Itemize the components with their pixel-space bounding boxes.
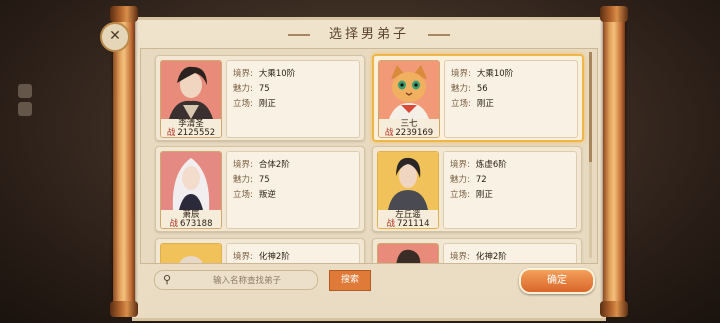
realm-label: 境界:	[451, 69, 471, 79]
realm-label: 境界:	[233, 69, 253, 79]
charm-value: 75	[258, 175, 270, 185]
stance-label: 立场:	[451, 99, 471, 109]
realm-value: 炼虚6阶	[475, 160, 507, 170]
disciple-card-selected[interactable]: 三七 战 2239169 境界: 大乘10阶 魅力: 56 立场: 刚正	[372, 54, 584, 142]
stance-value: 刚正	[476, 99, 494, 109]
character-portrait-icon	[378, 152, 438, 210]
cat-character-portrait-icon	[379, 61, 439, 119]
charm-row: 魅力: 56	[451, 82, 488, 94]
disciple-portrait: 左丘遥 战 721114	[377, 151, 439, 229]
realm-row: 境界: 大乘10阶	[233, 67, 295, 79]
realm-label: 境界:	[450, 252, 470, 262]
realm-row: 境界: 大乘10阶	[451, 67, 513, 79]
list-scrollbar-thumb[interactable]	[589, 52, 592, 162]
side-menu-icon[interactable]	[18, 84, 32, 98]
search-button[interactable]: 搜索	[329, 270, 371, 291]
stance-label: 立场:	[233, 190, 253, 200]
close-icon[interactable]: ✕	[100, 22, 130, 52]
power-value: 2239169	[395, 128, 434, 138]
confirm-button[interactable]: 确定	[519, 268, 595, 294]
dialog-title: 选择男弟子	[288, 24, 450, 46]
search-input[interactable]	[179, 272, 315, 289]
side-menu-icon[interactable]	[18, 102, 32, 116]
disciple-portrait: 三七 战 2239169	[378, 60, 440, 138]
disciple-card[interactable]: 萧辰 战 673188 境界: 合体2阶 魅力: 75 立场: 叛逆	[155, 146, 365, 232]
disciple-stats: 境界: 化神2阶	[443, 243, 577, 263]
power-value: 673188	[180, 219, 213, 229]
charm-row: 魅力: 75	[233, 173, 270, 185]
realm-label: 境界:	[233, 252, 253, 262]
charm-label: 魅力:	[233, 175, 253, 185]
charm-label: 魅力:	[451, 84, 471, 94]
charm-label: 魅力:	[233, 84, 253, 94]
power-label: 战	[166, 128, 176, 138]
disciple-stats: 境界: 大乘10阶 魅力: 75 立场: 刚正	[226, 60, 360, 138]
stance-value: 刚正	[258, 99, 276, 109]
character-portrait-icon	[378, 244, 438, 263]
disciple-card[interactable]: 境界: 化神2阶	[372, 238, 582, 263]
scroll-roller-left	[110, 6, 138, 317]
disciple-stats: 境界: 合体2阶 魅力: 75 立场: 叛逆	[226, 151, 360, 229]
realm-value: 合体2阶	[258, 160, 290, 170]
disciple-stats: 境界: 炼虚6阶 魅力: 72 立场: 刚正	[443, 151, 577, 229]
realm-value: 大乘10阶	[476, 69, 514, 79]
realm-row: 境界: 合体2阶	[233, 158, 290, 170]
realm-label: 境界:	[233, 160, 253, 170]
disciple-card[interactable]: 李清圣 战 2125552 境界: 大乘10阶 魅力: 75 立场: 刚正	[155, 55, 365, 141]
realm-value: 化神2阶	[258, 252, 290, 262]
stance-row: 立场: 刚正	[451, 97, 494, 109]
disciple-stats: 境界: 化神2阶	[226, 243, 360, 263]
charm-row: 魅力: 75	[233, 82, 270, 94]
charm-value: 56	[476, 84, 488, 94]
disciple-card[interactable]: 境界: 化神2阶	[155, 238, 365, 263]
stance-row: 立场: 刚正	[233, 97, 276, 109]
disciple-stats: 境界: 大乘10阶 魅力: 56 立场: 刚正	[444, 60, 578, 138]
charm-value: 72	[475, 175, 487, 185]
power-label: 战	[386, 219, 396, 229]
charm-value: 75	[258, 84, 270, 94]
disciple-power: 战 2125552	[161, 128, 221, 138]
search-box[interactable]: ⚲	[154, 270, 318, 290]
stance-row: 立场: 刚正	[450, 188, 493, 200]
scroll-roller-right	[600, 6, 628, 317]
realm-row: 境界: 炼虚6阶	[450, 158, 507, 170]
character-portrait-icon	[161, 61, 221, 119]
stance-value: 刚正	[475, 190, 493, 200]
power-value: 721114	[397, 219, 430, 229]
realm-row: 境界: 化神2阶	[233, 250, 290, 262]
stance-label: 立场:	[233, 99, 253, 109]
stance-label: 立场:	[450, 190, 470, 200]
disciple-portrait: 李清圣 战 2125552	[160, 60, 222, 138]
charm-row: 魅力: 72	[450, 173, 487, 185]
disciple-card[interactable]: 左丘遥 战 721114 境界: 炼虚6阶 魅力: 72 立场: 刚正	[372, 146, 582, 232]
character-portrait-icon	[161, 152, 221, 210]
disciple-list[interactable]: 李清圣 战 2125552 境界: 大乘10阶 魅力: 75 立场: 刚正 三七 战2	[140, 48, 598, 264]
realm-value: 大乘10阶	[258, 69, 296, 79]
disciple-power: 战 721114	[378, 219, 438, 229]
character-portrait-icon	[161, 244, 221, 263]
power-value: 2125552	[177, 128, 216, 138]
disciple-power: 战 2239169	[379, 128, 439, 138]
search-icon: ⚲	[162, 273, 172, 286]
stance-row: 立场: 叛逆	[233, 188, 276, 200]
disciple-power: 战 673188	[161, 219, 221, 229]
realm-row: 境界: 化神2阶	[450, 250, 507, 262]
realm-label: 境界:	[450, 160, 470, 170]
disciple-portrait	[377, 243, 439, 263]
charm-label: 魅力:	[450, 175, 470, 185]
realm-value: 化神2阶	[475, 252, 507, 262]
power-label: 战	[384, 128, 394, 138]
disciple-portrait: 萧辰 战 673188	[160, 151, 222, 229]
disciple-portrait	[160, 243, 222, 263]
power-label: 战	[169, 219, 179, 229]
stance-value: 叛逆	[258, 190, 276, 200]
